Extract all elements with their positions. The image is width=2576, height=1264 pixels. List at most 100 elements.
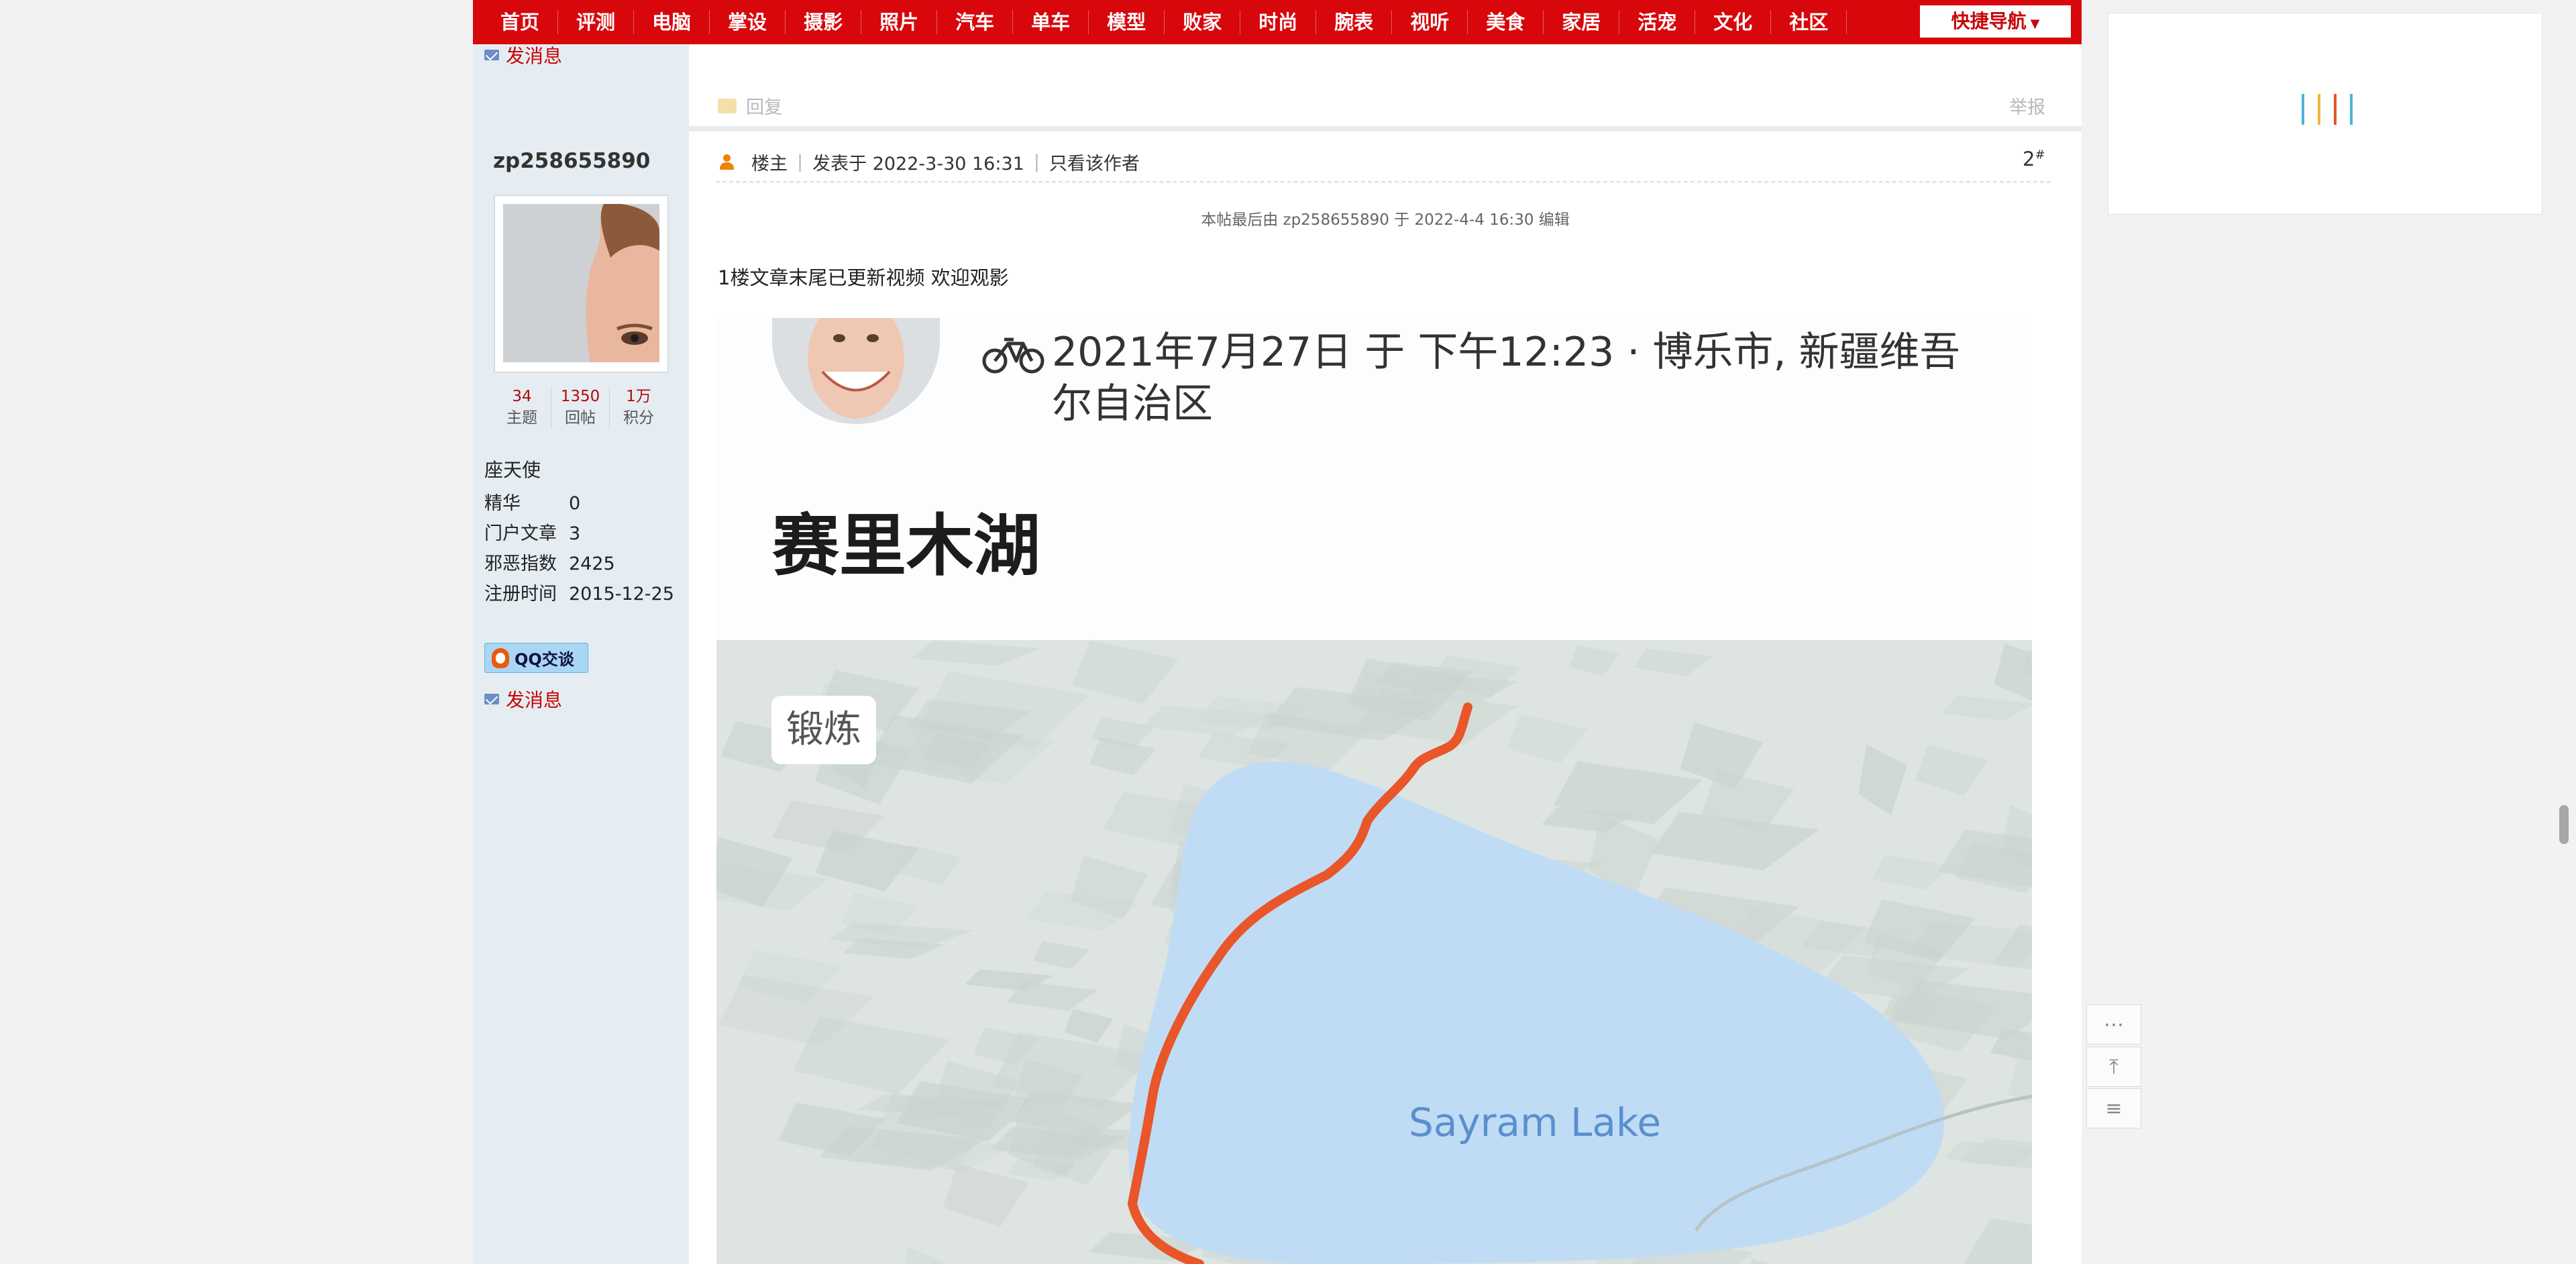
edit-note: 本帖最后由 zp258655890 于 2022-4-4 16:30 编辑: [1201, 211, 1570, 229]
nav-item[interactable]: 败家: [1165, 10, 1241, 34]
stat-value: 1350: [560, 388, 600, 405]
quick-nav-button[interactable]: 快捷导航 ▼: [1920, 5, 2071, 38]
comment-icon: ⋯: [2104, 1012, 2124, 1037]
profile-row: 门户文章 3: [484, 519, 674, 549]
nav-item[interactable]: 时尚: [1240, 10, 1317, 34]
author-avatar[interactable]: [494, 195, 668, 372]
loading-bar: [2350, 94, 2353, 125]
stat-label: 回帖: [565, 409, 596, 427]
post-text: 1楼文章末尾已更新视频 欢迎观影: [718, 266, 1009, 289]
only-author-link[interactable]: 只看该作者: [1049, 149, 1140, 175]
stat-value: 34: [512, 388, 532, 405]
nav-item[interactable]: 评测: [558, 10, 635, 34]
separator: |: [797, 152, 804, 172]
send-message-label: 发消息: [506, 689, 563, 711]
report-link[interactable]: 举报: [2009, 93, 2045, 119]
stat-value: 1万: [626, 388, 651, 405]
quick-nav-label: 快捷导航: [1951, 10, 2027, 32]
loading-bars-icon: [2302, 94, 2353, 125]
nav-item[interactable]: 掌设: [710, 10, 786, 34]
send-message-link[interactable]: 发消息: [484, 686, 562, 713]
prev-send-message-link[interactable]: 发消息: [484, 42, 562, 68]
map-graphic: [716, 640, 2032, 1264]
post-divider: [689, 126, 2082, 131]
reply-link[interactable]: 回复: [718, 93, 782, 119]
loading-bar: [2302, 94, 2304, 125]
ad-box[interactable]: [2108, 13, 2542, 215]
profile-key: 门户文章: [484, 523, 557, 544]
nav-item[interactable]: 社区: [1771, 10, 1847, 34]
envelope-icon: [484, 694, 499, 704]
stat-label: 主题: [506, 409, 537, 427]
nav-item[interactable]: 照片: [861, 10, 938, 34]
profile-key: 注册时间: [484, 584, 557, 604]
avatar-image: [503, 204, 659, 362]
reply-icon: [718, 98, 737, 113]
lake-label: Sayram Lake: [1409, 1100, 1662, 1145]
nav-item[interactable]: 美食: [1468, 10, 1544, 34]
profile-value: 3: [569, 523, 581, 544]
caret-down-icon: ▼: [2030, 17, 2040, 31]
post-meta: 楼主 | 发表于 2022-3-30 16:31 | 只看该作者: [719, 149, 1140, 175]
profile-key: 邪恶指数: [484, 554, 557, 574]
workout-date-location: 2021年7月27日 于 下午12:23 · 博乐市, 新疆维吾尔自治区: [1052, 329, 1960, 427]
nav-item[interactable]: 腕表: [1316, 10, 1393, 34]
author-rank: 座天使: [484, 459, 541, 481]
qq-penguin-icon: [492, 647, 509, 668]
send-message-label: 发消息: [506, 45, 563, 67]
author-stats: 34 主题 1350 回帖 1万积分: [493, 386, 667, 429]
qq-chat-button[interactable]: QQ交谈: [484, 643, 588, 673]
nav-item[interactable]: 家居: [1544, 10, 1620, 34]
nav-item[interactable]: 首页: [482, 10, 559, 34]
nav-items: 首页 评测 电脑 掌设 摄影 照片 汽车 单车 模型 败家 时尚 腕表 视听 美食 家居 活宠 文化 社区: [473, 0, 1847, 44]
stat-item[interactable]: 1350 回帖: [551, 386, 610, 429]
author-username[interactable]: zp258655890: [493, 149, 650, 173]
profile-row: 邪恶指数 2425: [484, 549, 674, 579]
post-time: 发表于 2022-3-30 16:31: [812, 154, 1024, 174]
nav-item[interactable]: 摄影: [786, 10, 862, 34]
stat-label: 积分: [623, 409, 654, 427]
list-button[interactable]: ≡: [2086, 1088, 2141, 1128]
nav-item[interactable]: 模型: [1089, 10, 1165, 34]
floor-suffix: #: [2035, 148, 2045, 162]
author-profile-list: 精华 0 门户文章 3 邪恶指数 2425 注册时间 2015-12-25: [484, 488, 674, 609]
loading-bar: [2334, 94, 2337, 125]
route-map: 锻炼 Sayram Lake: [716, 640, 2032, 1264]
workout-header: 2021年7月27日 于 下午12:23 · 博乐市, 新疆维吾尔自治区 赛里木…: [716, 318, 2032, 640]
back-to-top-icon: ⤒: [2109, 1055, 2118, 1079]
nav-item[interactable]: 文化: [1695, 10, 1772, 34]
bike-icon: [982, 337, 1044, 374]
floor-value: 2: [2023, 148, 2035, 170]
back-to-top-button[interactable]: ⤒: [2086, 1047, 2141, 1087]
user-icon: [719, 154, 734, 170]
profile-value: 2015-12-25: [569, 584, 674, 604]
nav-item[interactable]: 单车: [1013, 10, 1089, 34]
floor-number[interactable]: 2#: [2023, 148, 2045, 170]
nav-item[interactable]: 视听: [1392, 10, 1468, 34]
nav-item[interactable]: 活宠: [1619, 10, 1696, 34]
top-nav-bar: 首页 评测 电脑 掌设 摄影 照片 汽车 单车 模型 败家 时尚 腕表 视听 美食 家居 活宠 文化 社区 快捷导…: [473, 0, 2082, 46]
separator: |: [1033, 152, 1040, 172]
list-icon: ≡: [2105, 1096, 2123, 1120]
stat-item[interactable]: 34 主题: [493, 386, 551, 429]
workout-title: 赛里木湖: [772, 507, 1040, 585]
stat-item[interactable]: 1万积分: [610, 386, 667, 429]
loading-bar: [2318, 94, 2320, 125]
nav-item[interactable]: 汽车: [937, 10, 1014, 34]
qq-chat-label: QQ交谈: [515, 650, 574, 669]
reply-label: 回复: [746, 97, 782, 118]
activity-chip: 锻炼: [771, 696, 876, 764]
page-scrollbar[interactable]: [2559, 805, 2569, 844]
profile-key: 精华: [484, 493, 521, 514]
envelope-icon: [484, 50, 499, 60]
post-role: 楼主: [751, 154, 788, 174]
comment-button[interactable]: ⋯: [2086, 1004, 2141, 1045]
meta-divider: [716, 181, 2051, 182]
profile-row: 精华 0: [484, 488, 674, 519]
post-embedded-image[interactable]: 2021年7月27日 于 下午12:23 · 博乐市, 新疆维吾尔自治区 赛里木…: [716, 318, 2032, 1264]
workout-avatar: [772, 318, 940, 424]
profile-value: 2425: [569, 554, 615, 574]
profile-row: 注册时间 2015-12-25: [484, 579, 674, 609]
nav-item[interactable]: 电脑: [634, 10, 710, 34]
profile-value: 0: [569, 493, 581, 514]
